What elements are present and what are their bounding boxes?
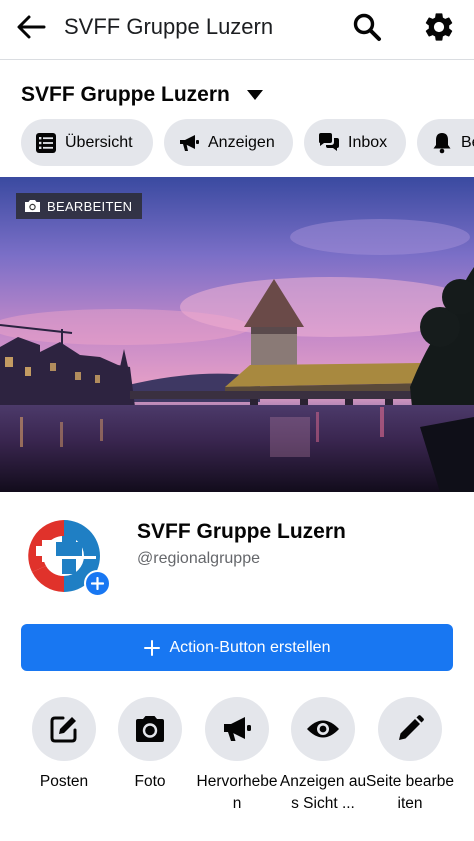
quick-action-boost[interactable]: Hervorheben (193, 697, 281, 815)
tab-overview[interactable]: Übersicht (21, 119, 153, 166)
search-icon (353, 13, 381, 41)
quick-action-edit-page[interactable]: Seite bearbeiten (366, 697, 454, 815)
create-action-button[interactable]: Action-Button erstellen (21, 624, 453, 671)
quick-action-view-as-label: Anzeigen aus Sicht ... (279, 773, 367, 812)
quick-action-boost-label: Hervorheben (196, 773, 278, 812)
compose-icon (50, 716, 77, 743)
edit-cover-label: BEARBEITEN (47, 198, 133, 214)
caret-down-icon (246, 89, 264, 101)
search-button[interactable] (350, 10, 384, 44)
back-arrow-icon (17, 15, 46, 39)
tab-chips: Übersicht Anzeigen Inbox Be (21, 119, 474, 167)
tab-inbox[interactable]: Inbox (304, 119, 406, 166)
tab-inbox-label: Inbox (348, 133, 388, 151)
pencil-icon (399, 715, 424, 740)
plus-icon (143, 639, 160, 656)
back-button[interactable] (14, 12, 48, 42)
megaphone-icon (224, 717, 251, 741)
page-switcher-name: SVFF Gruppe Luzern (21, 83, 230, 106)
quick-action-view-as-circle (291, 697, 355, 761)
gear-icon (425, 13, 453, 41)
list-icon (35, 132, 57, 154)
quick-action-view-as[interactable]: Anzeigen aus Sicht ... (279, 697, 367, 815)
app-title: SVFF Gruppe Luzern (64, 14, 274, 39)
edit-cover-button[interactable]: BEARBEITEN (16, 193, 143, 219)
quick-action-photo-circle (118, 697, 182, 761)
eye-icon (307, 720, 339, 738)
top-bar: SVFF Gruppe Luzern (0, 0, 474, 56)
tab-ads[interactable]: Anzeigen (164, 119, 293, 166)
header-divider (0, 59, 474, 60)
quick-action-post-circle (32, 697, 96, 761)
quick-action-post[interactable]: Posten (20, 697, 108, 793)
tab-overview-label: Übersicht (65, 133, 133, 151)
quick-action-edit-page-label: Seite bearbeiten (366, 773, 454, 812)
megaphone-icon (178, 132, 200, 154)
bell-icon (431, 132, 453, 154)
tab-ads-label: Anzeigen (208, 133, 275, 151)
quick-action-boost-circle (205, 697, 269, 761)
camera-icon (136, 716, 164, 742)
page-switcher[interactable]: SVFF Gruppe Luzern (21, 83, 264, 107)
tab-notifications[interactable]: Be (417, 119, 474, 166)
settings-button[interactable] (421, 9, 457, 45)
plus-icon (91, 577, 104, 590)
page-name: SVFF Gruppe Luzern (137, 520, 346, 543)
quick-action-photo[interactable]: Foto (106, 697, 194, 793)
quick-action-edit-page-circle (378, 697, 442, 761)
quick-action-photo-label: Foto (134, 773, 166, 790)
chat-bubbles-icon (318, 132, 340, 154)
tab-notifications-label: Be (461, 133, 474, 151)
camera-icon (25, 200, 40, 212)
create-action-label: Action-Button erstellen (169, 638, 331, 656)
cover-photo[interactable] (0, 177, 474, 492)
page-handle: @regionalgruppe (137, 550, 260, 567)
quick-action-post-label: Posten (39, 773, 89, 790)
add-profile-photo-button[interactable] (84, 570, 111, 597)
